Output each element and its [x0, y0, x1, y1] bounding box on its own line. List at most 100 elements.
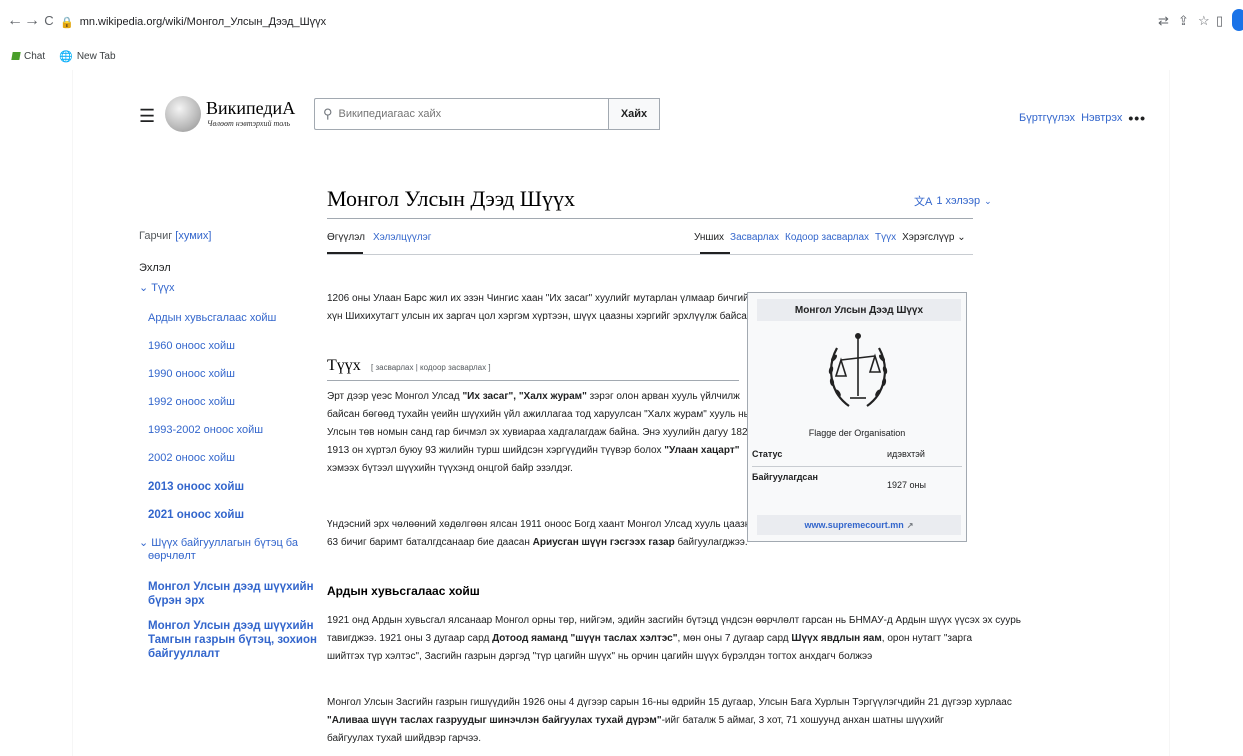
toc-item[interactable]: бүрэн эрх: [148, 594, 204, 608]
revolution-paragraph-1: 1921 онд Ардын хувьсгал ялсанаар Монгол …: [327, 612, 1021, 666]
infobox-founded-value: 1927 оны: [887, 480, 926, 490]
search-box[interactable]: ⚲: [314, 98, 608, 130]
chevron-down-icon: ⌄: [957, 232, 966, 243]
chat-icon: [11, 52, 21, 60]
language-button[interactable]: 文A 1 хэлээр ⌄: [914, 193, 992, 209]
main-menu-icon[interactable]: ☰: [139, 106, 155, 127]
tab-edit[interactable]: Засварлах: [730, 232, 779, 243]
tab-read[interactable]: Унших: [694, 232, 724, 243]
bold-text: "Аливаа шүүн таслах газруудыг шинэчлэн б…: [327, 715, 662, 726]
text-span: , мөн оны 7 дугаар сард: [677, 633, 792, 644]
text-line: тавигджээ. 1921 оны 3 дугаар сард Дотоод…: [327, 630, 1021, 648]
search-input[interactable]: [338, 108, 589, 120]
more-options-icon[interactable]: •••: [1128, 110, 1146, 126]
share-icon[interactable]: ⇪: [1178, 13, 1189, 29]
toc-item[interactable]: ⌄ Түүх: [139, 282, 175, 296]
reload-button[interactable]: C: [40, 13, 58, 28]
text-line: 1921 онд Ардын хувьсгал ялсанаар Монгол …: [327, 615, 1021, 626]
toc-item[interactable]: Ардын хувьсгалаас хойш: [148, 312, 276, 326]
toc-item[interactable]: 2021 оноос хойш: [148, 508, 244, 522]
text-span: 63 бичиг баримт баталгдсанаар бие даасан: [327, 537, 533, 548]
text-line: хэмээх бүтээл шүүхийн түүхэнд онцгой бай…: [327, 463, 573, 474]
toc-item[interactable]: 1960 оноос хойш: [148, 340, 235, 354]
infobox-status-label: Статус: [752, 449, 783, 459]
search-icon: ⚲: [323, 106, 333, 121]
text-line: 1206 оны Улаан Барс жил их эзэн Чингис х…: [327, 293, 768, 304]
bold-text: "Улаан хацарт": [664, 445, 740, 456]
translate-icon: 文A: [914, 196, 933, 208]
toc-hide-link[interactable]: [хумих]: [175, 230, 211, 242]
bold-text: Шүүх явдлын яам: [791, 633, 882, 644]
globe-icon: 🌐: [59, 50, 73, 63]
create-account-link[interactable]: Бүртгүүлэх: [1019, 112, 1075, 124]
tab-tools[interactable]: Хэрэгслүүр ⌄: [902, 232, 965, 243]
url-text[interactable]: mn.wikipedia.org/wiki/Монгол_Улсын_Дээд_…: [80, 16, 326, 28]
bookmark-chat[interactable]: Chat: [11, 50, 46, 62]
toc-item[interactable]: 2002 оноос хойш: [148, 452, 235, 466]
toc-item[interactable]: Монгол Улсын дээд шүүхийн: [148, 580, 314, 594]
tab-icon[interactable]: ▯: [1216, 13, 1223, 29]
search-button[interactable]: Хайх: [608, 98, 660, 130]
wikipedia-globe-icon[interactable]: [165, 96, 201, 132]
toc-item[interactable]: өөрчлөлт: [148, 550, 196, 564]
login-link[interactable]: Нэвтрэх: [1081, 112, 1122, 124]
logo-wordmark[interactable]: ВикипедиА: [206, 98, 295, 119]
tab-edit-source[interactable]: Кодоор засварлах: [785, 232, 869, 243]
text-span: байгуулагджээ.: [674, 537, 748, 548]
website-link[interactable]: www.supremecourt.mn: [805, 520, 904, 530]
tabs-divider: [327, 254, 973, 255]
scales-of-justice-emblem-icon[interactable]: [823, 326, 893, 420]
infobox-website-row: www.supremecourt.mn ↗: [757, 515, 961, 535]
toc-item[interactable]: 1993-2002 оноос хойш: [148, 424, 263, 438]
tab-talk[interactable]: Хэлэлцүүлэг: [373, 232, 431, 243]
text-line: "Аливаа шүүн таслах газруудыг шинэчлэн б…: [327, 712, 1012, 730]
chevron-down-icon[interactable]: ⌄: [139, 537, 151, 549]
section-edit-links[interactable]: [ засварлах | кодоор засварлах ]: [371, 363, 491, 372]
text-line: байгуулах тухай шийдвэр гарчээ.: [327, 733, 482, 744]
toc-item-label: Түүх: [151, 282, 175, 294]
bookmark-label: New Tab: [76, 50, 116, 62]
section-heading-revolution: Ардын хувьсгалаас хойш: [327, 584, 480, 598]
toc-item[interactable]: Эхлэл: [139, 262, 171, 276]
profile-icon[interactable]: [1232, 9, 1243, 31]
language-count: 1 хэлээр: [936, 195, 981, 207]
tab-article[interactable]: Өгүүлэл: [327, 232, 365, 243]
bookmark-new-tab[interactable]: 🌐 New Tab: [59, 50, 115, 63]
bookmark-label: Chat: [24, 50, 46, 62]
toc-item[interactable]: Монгол Улсын дээд шүүхийн: [148, 619, 314, 633]
lock-icon: 🔒: [60, 16, 74, 29]
star-icon[interactable]: ☆: [1198, 13, 1210, 29]
text-span: 1913 он хүртэл буюу 93 жилийн турш шийдс…: [327, 445, 665, 456]
toc-item[interactable]: 2013 оноос хойш: [148, 480, 244, 494]
tab-history[interactable]: Түүх: [875, 232, 896, 243]
text-line: Үндэсний эрх чөлөөний хөдөлгөөн ялсан 19…: [327, 519, 758, 530]
toc-item[interactable]: Тамгын газрын бүтэц, зохион: [148, 633, 317, 647]
page-title: Монгол Улсын Дээд Шүүх: [327, 186, 575, 211]
address-bar[interactable]: 🔒 mn.wikipedia.org/wiki/Монгол_Улсын_Дээ…: [60, 10, 1190, 34]
infobox-caption: Flagge der Organisation: [808, 428, 906, 438]
chevron-down-icon[interactable]: ⌄: [139, 282, 151, 294]
text-line: Улсын төв номын санд гар бичмэл эх хувиа…: [327, 427, 757, 438]
toc-item[interactable]: 1990 оноос хойш: [148, 368, 235, 382]
toc-item[interactable]: 1992 оноос хойш: [148, 396, 235, 410]
view-tabs: Унших Засварлах Кодоор засварлах Түүх Хэ…: [694, 232, 966, 243]
text-line: Эрт дээр үеэс Монгол Улсад "Их засаг", "…: [327, 388, 756, 406]
section-heading-history: Түүх: [327, 357, 361, 374]
section-divider: [327, 380, 739, 381]
infobox-divider: [752, 466, 962, 467]
text-span: зэрэг олон арван хууль үйлчилж: [586, 391, 740, 402]
translate-icon[interactable]: ⇄: [1158, 13, 1169, 29]
external-link-icon: ↗: [906, 520, 914, 530]
tab-tools-label: Хэрэгслүүр: [902, 232, 955, 243]
toc-item[interactable]: байгууллалт: [148, 647, 220, 661]
chevron-down-icon: ⌄: [984, 195, 992, 206]
bold-text: Дотоод яаманд "шүүн таслах хэлтэс": [492, 633, 678, 644]
logo-tagline: Чөлөөт нэвтэрхий толь: [207, 119, 291, 128]
back-button[interactable]: ←: [6, 12, 24, 30]
text-line: шийтгэх түр хэлтэс", Засгийн газрын дэрг…: [327, 651, 873, 662]
toc-item[interactable]: ⌄ Шүүх байгууллагын бүтэц ба: [139, 537, 298, 551]
forward-button[interactable]: →: [23, 12, 41, 30]
bold-text: "Их засаг", "Халх журам": [462, 391, 587, 402]
infobox-status-value: идэвхтэй: [887, 449, 925, 459]
history-paragraph-1: Эрт дээр үеэс Монгол Улсад "Их засаг", "…: [327, 388, 756, 478]
